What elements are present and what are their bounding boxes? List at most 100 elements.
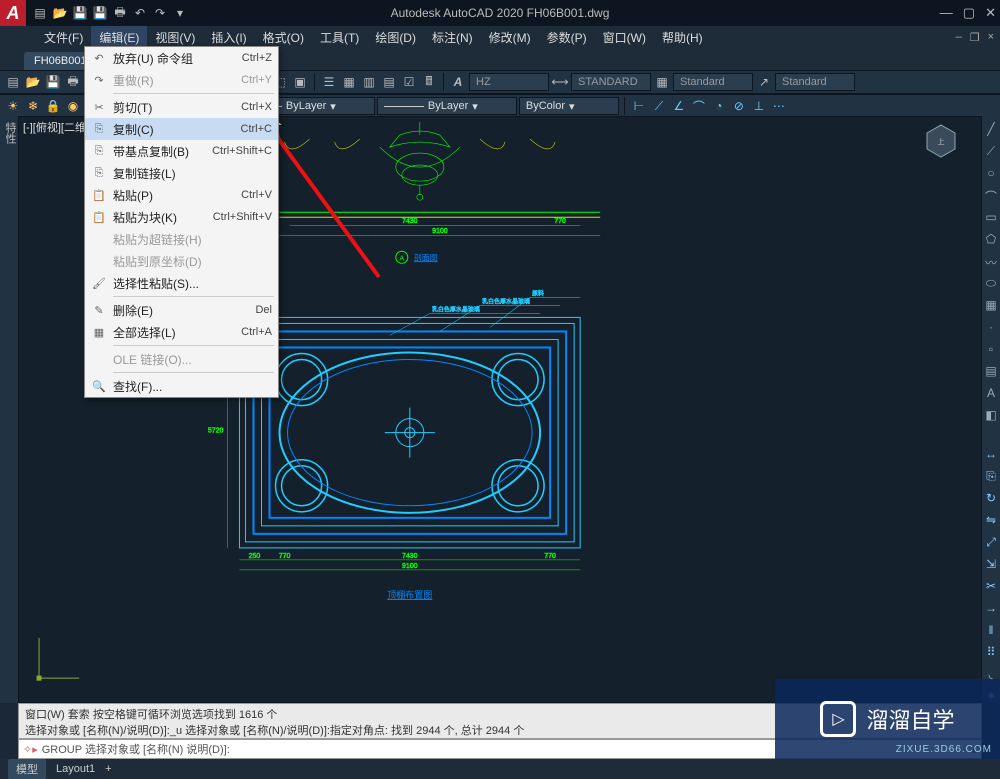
dim-continue-icon[interactable]: ⋯: [770, 97, 788, 115]
menu-item-k[interactable]: 📋粘贴为块(K)Ctrl+Shift+V: [85, 206, 278, 228]
offset-tool-icon[interactable]: ‖: [984, 623, 998, 637]
maximize-icon[interactable]: ▢: [963, 5, 975, 21]
layout-tab[interactable]: Layout1: [56, 763, 95, 775]
menu-item-l[interactable]: ▦全部选择(L)Ctrl+A: [85, 321, 278, 343]
qat-undo-icon[interactable]: ↶: [132, 5, 148, 21]
extend-tool-icon[interactable]: →: [984, 601, 998, 615]
dim-aligned-icon[interactable]: ⟋: [650, 97, 668, 115]
minimize-icon[interactable]: —: [940, 5, 953, 21]
menu-item-b[interactable]: ⎘带基点复制(B)Ctrl+Shift+C: [85, 140, 278, 162]
menu-tools[interactable]: 工具(T): [312, 26, 367, 49]
menu-item-l[interactable]: ⎘复制链接(L): [85, 162, 278, 184]
dim-diameter-icon[interactable]: ⊘: [730, 97, 748, 115]
layer-lock-icon[interactable]: 🔒: [44, 97, 62, 115]
design-center-icon[interactable]: ▦: [340, 73, 358, 91]
menu-item-p[interactable]: 📋粘贴(P)Ctrl+V: [85, 184, 278, 206]
circle-tool-icon[interactable]: ○: [984, 166, 998, 180]
qat-redo-icon[interactable]: ↷: [152, 5, 168, 21]
print-icon[interactable]: 🖶: [64, 73, 82, 91]
menu-parametric[interactable]: 参数(P): [539, 26, 595, 49]
toolpalette-icon[interactable]: ▥: [360, 73, 378, 91]
trim-tool-icon[interactable]: ✂: [984, 579, 998, 593]
point-tool-icon[interactable]: ·: [984, 320, 998, 334]
doc-close-icon[interactable]: ×: [988, 31, 994, 44]
menu-modify[interactable]: 修改(M): [481, 26, 539, 49]
menu-item-u[interactable]: ↶放弃(U) 命令组Ctrl+Z: [85, 47, 278, 69]
menu-item-f[interactable]: 🔍查找(F)...: [85, 375, 278, 397]
layer-manager-icon[interactable]: ☀: [4, 97, 22, 115]
lineweight-combo[interactable]: ByLayer ▾: [377, 97, 517, 115]
model-tab[interactable]: 模型: [8, 759, 46, 779]
doc-restore-icon[interactable]: ❐: [970, 31, 980, 44]
mleaderstyle-combo[interactable]: Standard: [775, 73, 855, 91]
zoom-extents-icon[interactable]: ▣: [291, 73, 309, 91]
array-tool-icon[interactable]: ⠿: [984, 645, 998, 659]
pline-tool-icon[interactable]: ⟋: [984, 144, 998, 158]
ellipse-tool-icon[interactable]: ⬭: [984, 276, 998, 290]
mtext-tool-icon[interactable]: A: [984, 386, 998, 400]
play-icon: ▷: [820, 701, 856, 737]
open-icon[interactable]: 📂: [24, 73, 42, 91]
dim-radius-icon[interactable]: ◔: [710, 97, 728, 115]
close-icon[interactable]: ✕: [985, 5, 996, 21]
qat-dropdown-icon[interactable]: ▾: [172, 5, 188, 21]
app-logo[interactable]: A: [0, 0, 26, 26]
view-cube[interactable]: 上: [921, 121, 961, 161]
line-tool-icon[interactable]: ╱: [984, 122, 998, 136]
calc-icon[interactable]: 🖩: [420, 73, 438, 91]
menu-item-icon: ↶: [91, 52, 107, 65]
save-icon[interactable]: 💾: [44, 73, 62, 91]
polygon-tool-icon[interactable]: ⬠: [984, 232, 998, 246]
menu-item-t[interactable]: ✂剪切(T)Ctrl+X: [85, 96, 278, 118]
mirror-tool-icon[interactable]: ⇋: [984, 513, 998, 527]
qat-save-icon[interactable]: 💾: [72, 5, 88, 21]
add-layout-icon[interactable]: +: [105, 763, 111, 775]
properties-icon[interactable]: ☰: [320, 73, 338, 91]
hatch-tool-icon[interactable]: ▦: [984, 298, 998, 312]
menu-draw[interactable]: 绘图(D): [367, 26, 424, 49]
menu-item-c[interactable]: ⎘复制(C)Ctrl+C: [85, 118, 278, 140]
dim-linear-icon[interactable]: ⊢: [630, 97, 648, 115]
move-tool-icon[interactable]: ↔: [984, 447, 998, 461]
menu-help[interactable]: 帮助(H): [654, 26, 711, 49]
properties-palette-tab[interactable]: 特性: [0, 116, 20, 150]
text-icon[interactable]: A: [449, 73, 467, 91]
spline-tool-icon[interactable]: 〰: [984, 254, 998, 268]
region-tool-icon[interactable]: ◧: [984, 408, 998, 422]
copy-tool-icon[interactable]: ⎘: [984, 469, 998, 483]
watermark-url: ZIXUE.3D66.COM: [896, 744, 992, 755]
plotstyle-combo[interactable]: ByColor ▾: [519, 97, 619, 115]
qat-print-icon[interactable]: 🖶: [112, 5, 128, 21]
dimstyle-combo[interactable]: STANDARD: [571, 73, 651, 91]
doc-minimize-icon[interactable]: –: [956, 31, 962, 44]
new-icon[interactable]: ▤: [4, 73, 22, 91]
markup-icon[interactable]: ☑: [400, 73, 418, 91]
menu-window[interactable]: 窗口(W): [595, 26, 654, 49]
qat-open-icon[interactable]: 📂: [52, 5, 68, 21]
menu-item-label: 粘贴(P): [113, 187, 153, 204]
table-icon[interactable]: ▦: [653, 73, 671, 91]
dim-arc-icon[interactable]: ⌒: [690, 97, 708, 115]
rect-tool-icon[interactable]: ▭: [984, 210, 998, 224]
layer-freeze-icon[interactable]: ❄: [24, 97, 42, 115]
tablestyle-combo[interactable]: Standard: [673, 73, 753, 91]
dim-icon[interactable]: ⟷: [551, 73, 569, 91]
block-tool-icon[interactable]: ▫: [984, 342, 998, 356]
dim-ordinate-icon[interactable]: ⊥: [750, 97, 768, 115]
dim-angular-icon[interactable]: ∠: [670, 97, 688, 115]
table-tool-icon[interactable]: ▤: [984, 364, 998, 378]
menu-item-s[interactable]: 🖌选择性粘贴(S)...: [85, 272, 278, 294]
layer-off-icon[interactable]: ◉: [64, 97, 82, 115]
menu-dimension[interactable]: 标注(N): [424, 26, 481, 49]
mleader-icon[interactable]: ↗: [755, 73, 773, 91]
menu-item-e[interactable]: ✎删除(E)Del: [85, 299, 278, 321]
sheetset-icon[interactable]: ▤: [380, 73, 398, 91]
rotate-tool-icon[interactable]: ↻: [984, 491, 998, 505]
textstyle-combo[interactable]: HZ: [469, 73, 549, 91]
scale-tool-icon[interactable]: ⤢: [984, 535, 998, 549]
stretch-tool-icon[interactable]: ⇲: [984, 557, 998, 571]
qat-saveas-icon[interactable]: 💾: [92, 5, 108, 21]
arc-tool-icon[interactable]: ⌒: [984, 188, 998, 202]
menu-item-label: 剪切(T): [113, 99, 152, 116]
qat-new-icon[interactable]: ▤: [32, 5, 48, 21]
